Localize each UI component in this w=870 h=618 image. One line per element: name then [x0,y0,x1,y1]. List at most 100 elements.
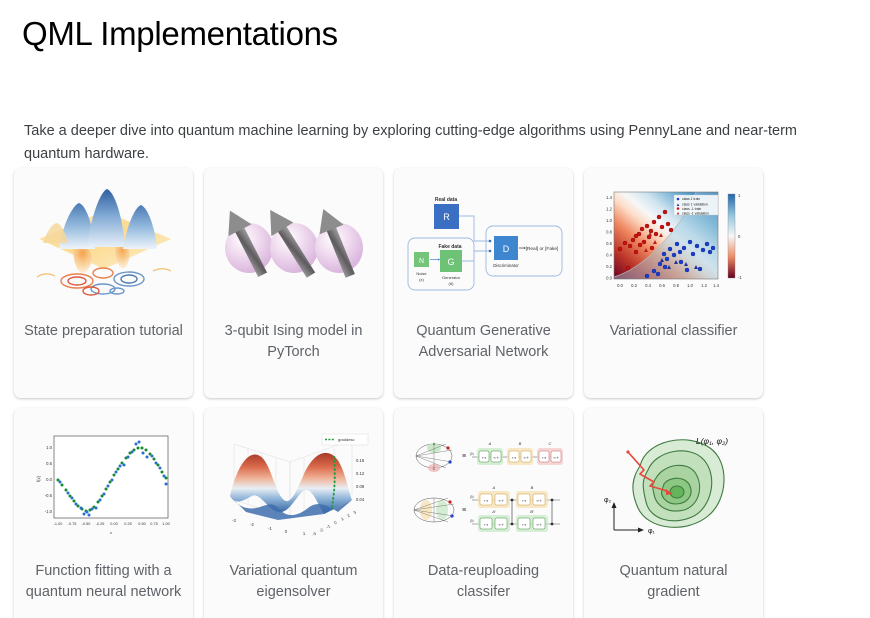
svg-text:|0⟩: |0⟩ [470,519,474,523]
svg-text:0.0: 0.0 [606,276,612,281]
svg-text:w·θ: w·θ [537,499,542,503]
card-state-preparation-tutorial[interactable]: State preparation tutorial [14,168,193,398]
svg-text:0.00: 0.00 [110,522,117,526]
svg-text:(z): (z) [419,277,424,282]
svg-text:0.0: 0.0 [46,477,52,482]
card-title: Function fitting with a quantum neural n… [25,563,182,600]
svg-text:C: C [549,441,552,446]
svg-text:0.12: 0.12 [356,471,365,476]
svg-text:-0.75: -0.75 [68,522,77,526]
qng-loss-label: L(φ₁, φ₂) [696,436,728,446]
svg-text:0.8: 0.8 [673,283,679,288]
svg-text:w·θ: w·θ [499,499,504,503]
svg-text:1.2: 1.2 [701,283,707,288]
legend-class-neg1-train: class -1 train [682,207,701,211]
svg-text:0.04: 0.04 [356,497,365,502]
svg-text:-0.5: -0.5 [45,493,53,498]
qng-axis-label-phi1: φ₁ [648,528,656,535]
legend-class-1-train: class 1 train [682,197,700,201]
page-title: QML Implementations [22,15,338,52]
svg-text:0.50: 0.50 [138,522,145,526]
svg-text:-1.00: -1.00 [54,522,63,526]
svg-text:2: 2 [346,513,351,519]
svg-text:R: R [443,212,450,222]
svg-text:0: 0 [333,520,338,526]
svg-text:1.0: 1.0 [606,218,612,223]
svg-text:1.4: 1.4 [713,283,719,288]
svg-text:w·θ: w·θ [494,456,499,460]
svg-text:-2: -2 [318,527,324,533]
svg-text:-3: -3 [232,518,236,523]
svg-text:≡: ≡ [462,453,466,460]
svg-text:w·θ: w·θ [524,456,529,460]
svg-text:A′: A′ [491,509,496,514]
page-description: Take a deeper dive into quantum machine … [24,122,798,162]
card-quantum-natural-gradient[interactable]: φ₂ φ₁ L(φ₁, φ₂) Quantum natural gradient [584,408,763,618]
svg-text:x·φ: x·φ [512,456,516,460]
svg-text:|0⟩: |0⟩ [470,452,474,456]
card-data-reuploading-classifer[interactable]: A C ≡ |0⟩ A x·φ w·θ B x·φ w·θ C x·φ w·θ … [394,408,573,618]
svg-text:x·φ: x·φ [484,499,488,503]
svg-text:f(x): f(x) [36,475,41,482]
svg-text:x·φ: x·φ [484,523,488,527]
legend-graddesc: graddesc [338,437,354,442]
svg-text:B′: B′ [530,509,534,514]
legend-class-1-validation: class 1 validation [682,202,708,206]
thumbnail-qgan-diagram: Real data R Fake data N Noise (z) G Gene… [402,177,565,309]
card-function-fitting-with-a-quantum-neural-network[interactable]: 1.0 0.5 0.0 -0.5 -1.0 f(x) -1.00 -0.75 -0.5… [14,408,193,618]
svg-text:-1.0: -1.0 [45,509,53,514]
svg-text:0.0: 0.0 [617,283,623,288]
svg-text:1.2: 1.2 [606,207,612,212]
card-title: Quantum natural gradient [619,563,728,600]
svg-text:w·θ: w·θ [499,523,504,527]
svg-text:0.6: 0.6 [659,283,665,288]
svg-text:-0.25: -0.25 [96,522,105,526]
svg-text:B: B [531,485,534,490]
card-variational-quantum-eigensolver[interactable]: graddesc 0.16 0.12 0.08 0.04 -3 -2 -1 0 1 -3 [204,408,383,618]
svg-text:0.8: 0.8 [606,230,612,235]
svg-text:0.6: 0.6 [606,241,612,246]
svg-text:0: 0 [738,234,741,239]
card-variational-classifier[interactable]: 1.4 1.2 1.0 0.8 0.6 0.4 0.2 0.0 0.0 0.2 0.4 0.… [584,168,763,398]
card-title: Quantum Generative Adversarial Network [416,323,551,360]
svg-text:D: D [503,244,510,254]
svg-text:-1: -1 [268,526,272,531]
qgan-label-fake-data: Fake data [438,244,461,250]
svg-text:A: A [488,441,492,446]
thumbnail-state-preparation-surface [22,177,185,309]
svg-text:B: B [519,441,522,446]
qgan-label-discriminator: Discriminator [493,263,519,268]
thumbnail-data-reuploading-circuit: A C ≡ |0⟩ A x·φ w·θ B x·φ w·θ C x·φ w·θ … [402,417,565,549]
svg-text:3: 3 [353,509,358,515]
card-quantum-generative-adversarial-network[interactable]: Real data R Fake data N Noise (z) G Gene… [394,168,573,398]
svg-text:-0.50: -0.50 [82,522,91,526]
svg-text:x·φ: x·φ [482,456,486,460]
qgan-label-real-data: Real data [435,197,457,203]
svg-text:1.0: 1.0 [46,445,52,450]
card-3-qubit-ising-model-in-pytorch[interactable]: 3-qubit Ising model in PyTorch [204,168,383,398]
thumbnail-variational-classifier-plot: 1.4 1.2 1.0 0.8 0.6 0.4 0.2 0.0 0.0 0.2 0.4 0.… [592,177,755,309]
thumbnail-qubit-spins [212,177,375,309]
svg-text:w·θ: w·θ [554,456,559,460]
svg-text:1: 1 [303,531,306,536]
svg-text:1: 1 [340,516,345,522]
thumbnail-vqe-surface-plot: graddesc 0.16 0.12 0.08 0.04 -3 -2 -1 0 1 -3 [212,417,375,549]
svg-text:0.5: 0.5 [46,461,52,466]
svg-text:0.75: 0.75 [150,522,157,526]
svg-text:|0⟩: |0⟩ [470,495,474,499]
svg-text:0.2: 0.2 [631,283,637,288]
svg-text:0.2: 0.2 [606,264,612,269]
svg-text:-2: -2 [250,522,254,527]
svg-text:1.00: 1.00 [162,522,169,526]
svg-text:1: 1 [738,193,741,198]
svg-text:x·φ: x·φ [522,523,526,527]
card-title: 3-qubit Ising model in PyTorch [224,323,363,360]
svg-text:A: A [492,485,496,490]
card-title: State preparation tutorial [24,323,183,339]
card-title: Data-reuploading classifer [427,563,540,600]
svg-text:0.4: 0.4 [606,253,612,258]
svg-text:N: N [419,258,424,265]
svg-text:-3: -3 [311,531,317,537]
svg-text:-1: -1 [738,275,742,280]
tutorial-card-grid: State preparation tutorial 3-qubit Ising… [14,168,814,618]
